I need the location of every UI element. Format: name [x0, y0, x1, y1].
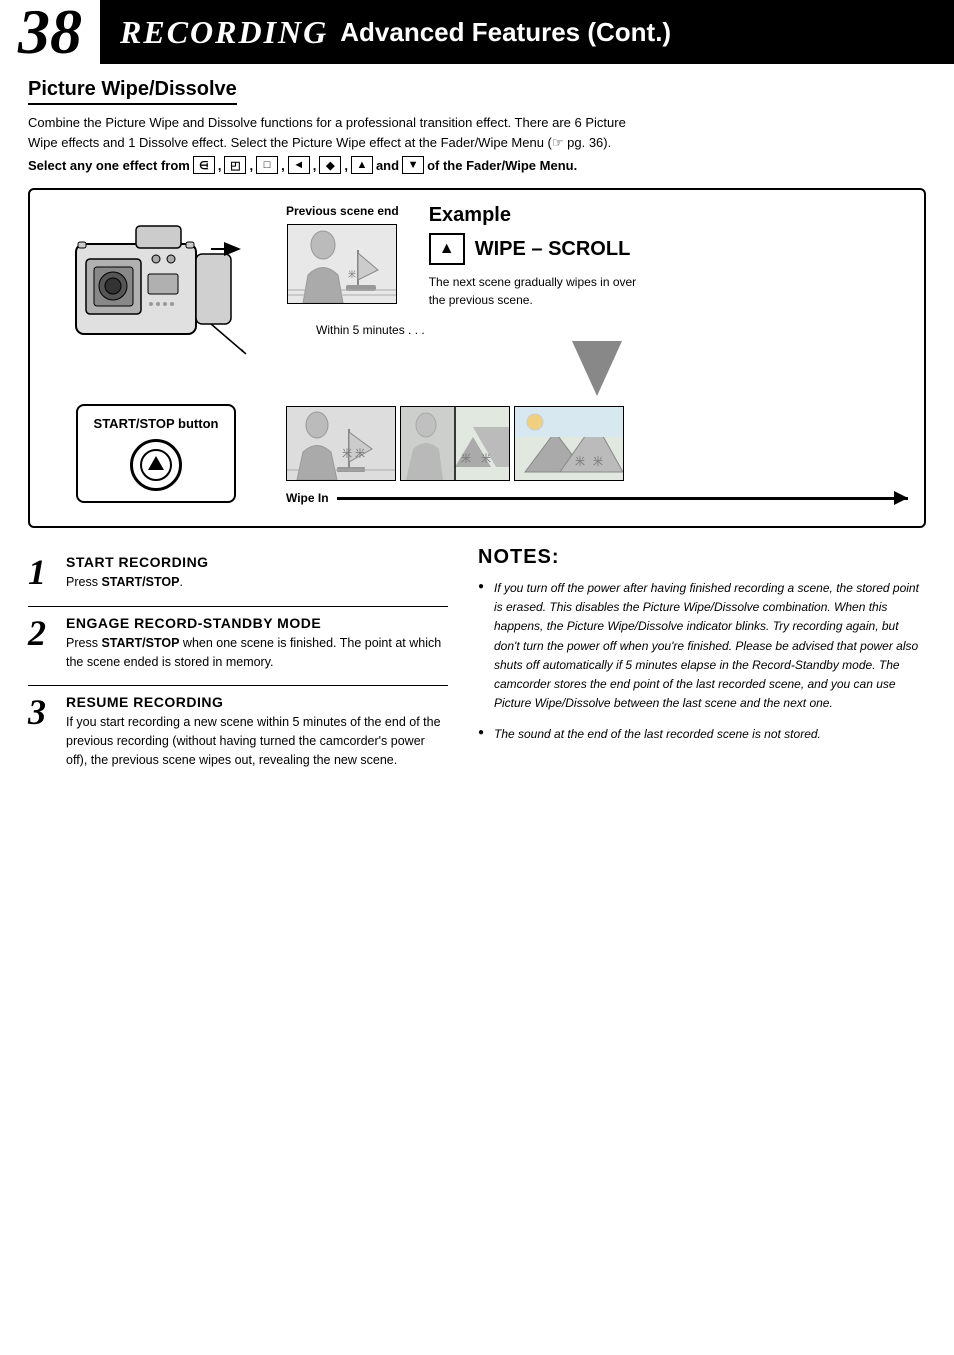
example-area: Example ▲ WIPE – SCROLL The next scene g…	[429, 204, 908, 309]
step-1-bold: START/STOP	[101, 575, 179, 589]
note-item-2: The sound at the end of the last recorde…	[478, 725, 926, 744]
notes-right: NOTES: If you turn off the power after h…	[478, 546, 926, 784]
within-minutes-area: Within 5 minutes . . .	[286, 323, 908, 396]
wipe-arrow-row: Wipe In	[286, 491, 908, 505]
prev-scene-svg: 米	[288, 225, 396, 303]
page-header: 38 RECORDING Advanced Features (Cont.)	[0, 0, 954, 64]
svg-text:米: 米	[348, 269, 356, 279]
example-label: Example	[429, 204, 908, 227]
svg-text:米: 米	[355, 447, 365, 460]
comma-5: ,	[344, 158, 348, 173]
page-number: 38	[0, 0, 100, 64]
note-item-1: If you turn off the power after having f…	[478, 579, 926, 713]
step-1-title: START RECORDING	[66, 554, 209, 570]
wipe-direction-arrow	[337, 497, 908, 500]
step-2-body: Press START/STOP when one scene is finis…	[66, 634, 448, 672]
wipe-image-1: 米 米	[286, 406, 396, 481]
notes-list: If you turn off the power after having f…	[478, 579, 926, 745]
within-minutes-text: Within 5 minutes . . .	[316, 323, 425, 337]
start-stop-button-box: START/STOP button	[76, 404, 237, 503]
effect-row: ▲ WIPE – SCROLL	[429, 233, 908, 265]
bold-instruction-end: of the Fader/Wipe Menu.	[427, 158, 577, 173]
icon-1: ⋳	[193, 156, 215, 174]
camera-area: START/STOP button	[46, 204, 266, 512]
step-3: 3 RESUME RECORDING If you start recordin…	[28, 685, 448, 769]
prev-scene-area: Previous scene end	[286, 204, 399, 309]
wipe-icon-2: ◰	[224, 156, 246, 174]
svg-text:米: 米	[593, 455, 603, 468]
notes-title: NOTES:	[478, 546, 926, 569]
step-2-number: 2	[28, 615, 58, 672]
step-1-body: Press START/STOP.	[66, 573, 209, 592]
down-arrow-svg	[567, 341, 627, 396]
effect-icon-box: ▲	[429, 233, 465, 265]
intro-line2: Wipe effects and 1 Dissolve effect. Sele…	[28, 135, 611, 150]
wipe-icon-7: ▼	[402, 156, 424, 174]
wipe-image-2: 米 米	[400, 406, 510, 481]
header-title-area: RECORDING Advanced Features (Cont.)	[100, 0, 954, 64]
prev-scene-image: 米	[287, 224, 397, 304]
wipe-icon-6: ▲	[351, 156, 373, 174]
intro-paragraph: Combine the Picture Wipe and Dissolve fu…	[28, 113, 926, 152]
steps-notes-section: 1 START RECORDING Press START/STOP. 2 EN…	[28, 546, 926, 784]
wipe-sequence: 米 米	[286, 406, 908, 505]
diagram-right-panel: Previous scene end	[286, 204, 908, 512]
comma-1: ,	[218, 158, 222, 173]
step-2-bold: START/STOP	[101, 636, 179, 650]
svg-text:米: 米	[342, 447, 352, 460]
step-1: 1 START RECORDING Press START/STOP.	[28, 546, 448, 592]
step-2-content: ENGAGE RECORD-STANDBY MODE Press START/S…	[66, 615, 448, 672]
svg-text:米: 米	[461, 452, 471, 465]
step-2-title: ENGAGE RECORD-STANDBY MODE	[66, 615, 448, 631]
icon-instruction-row: Select any one effect from ⋳ , ◰ , □ , ◄…	[28, 156, 926, 174]
start-stop-label: START/STOP button	[94, 416, 219, 431]
comma-3: ,	[281, 158, 285, 173]
prev-scene-label: Previous scene end	[286, 204, 399, 218]
button-circle-inner	[140, 449, 172, 481]
svg-text:米: 米	[575, 455, 585, 468]
bold-instruction-start: Select any one effect from	[28, 158, 190, 173]
wipe-icon-3: □	[256, 156, 278, 174]
intro-line1: Combine the Picture Wipe and Dissolve fu…	[28, 115, 626, 130]
header-recording-text: RECORDING	[120, 14, 328, 51]
step-1-number: 1	[28, 554, 58, 592]
wipe-image-3: 米 米	[514, 406, 624, 481]
step-1-content: START RECORDING Press START/STOP.	[66, 554, 209, 592]
comma-4: ,	[313, 158, 317, 173]
step-3-content: RESUME RECORDING If you start recording …	[66, 694, 448, 769]
step-3-body: If you start recording a new scene withi…	[66, 713, 448, 769]
and-text-note: and	[740, 696, 760, 710]
diagram-top-row: Previous scene end	[286, 204, 908, 309]
wipe-icon-4: ◄	[288, 156, 310, 174]
step-3-number: 3	[28, 694, 58, 769]
comma-2: ,	[249, 158, 253, 173]
wipe-images-row: 米 米	[286, 406, 908, 481]
effect-name: WIPE – SCROLL	[475, 238, 631, 261]
section-title: Picture Wipe/Dissolve	[28, 78, 237, 105]
start-stop-button-circle	[130, 439, 182, 491]
wipe-icon-1: ⋳	[193, 156, 215, 174]
header-subtitle-text: Advanced Features (Cont.)	[340, 17, 671, 48]
effect-description: The next scene gradually wipes in over t…	[429, 273, 649, 309]
page-body: Picture Wipe/Dissolve Combine the Pictur…	[0, 64, 954, 804]
step-3-title: RESUME RECORDING	[66, 694, 448, 710]
steps-left: 1 START RECORDING Press START/STOP. 2 EN…	[28, 546, 448, 784]
wipe-in-label: Wipe In	[286, 491, 329, 505]
svg-text:米: 米	[481, 452, 491, 465]
camera-illustration	[56, 204, 256, 394]
wipe-icon-5: ◆	[319, 156, 341, 174]
button-arrow-up-icon	[148, 456, 164, 470]
main-diagram: START/STOP button Previous scene end	[28, 188, 926, 528]
and-text: and	[376, 158, 399, 173]
step-2: 2 ENGAGE RECORD-STANDBY MODE Press START…	[28, 606, 448, 672]
